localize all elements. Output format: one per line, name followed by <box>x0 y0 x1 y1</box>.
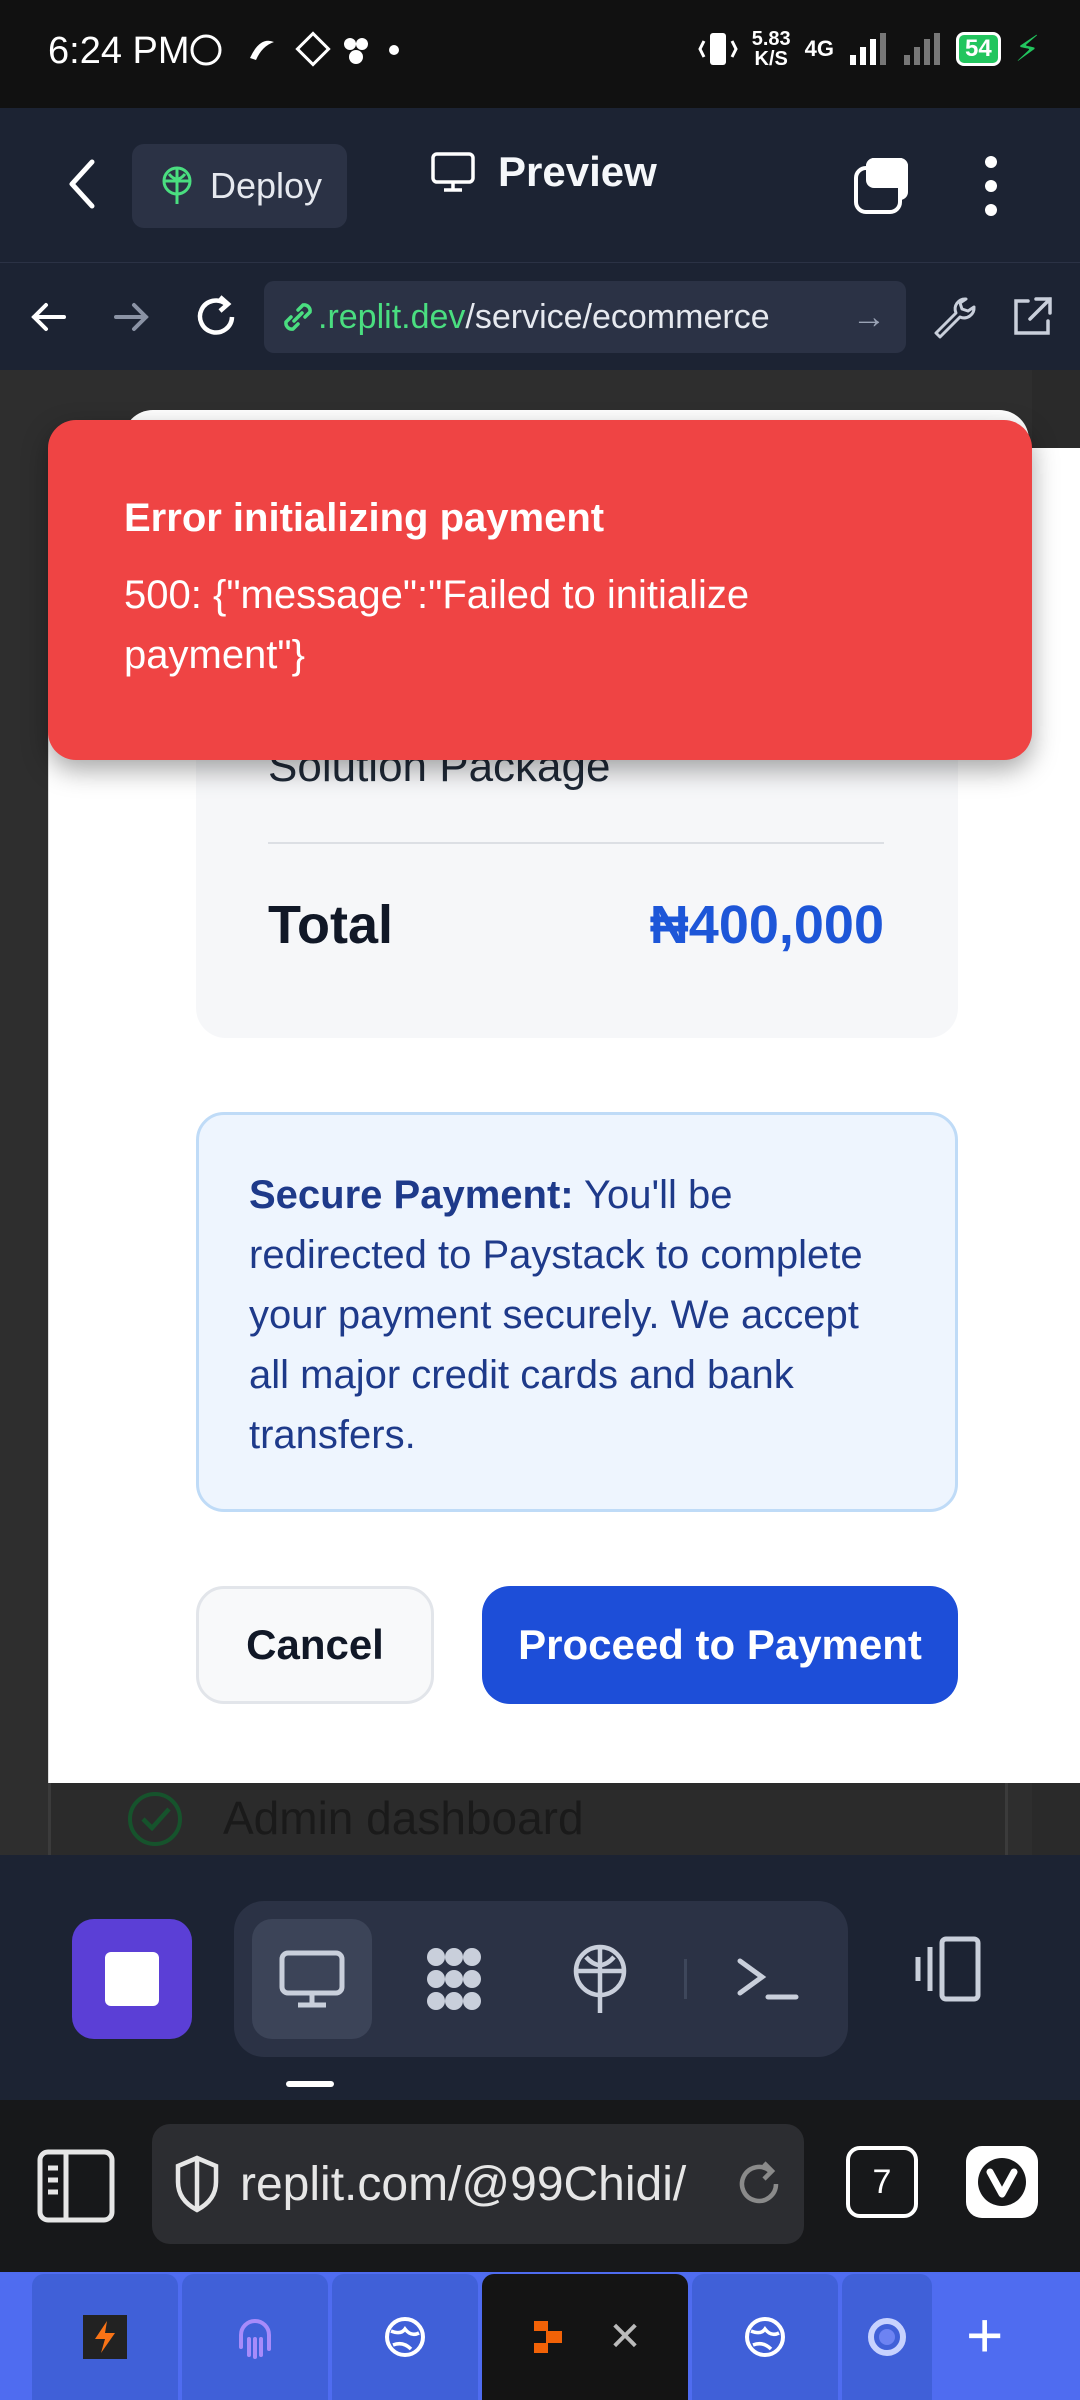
replit-logo-icon <box>534 2321 563 2353</box>
deploy-icon <box>162 166 192 204</box>
status-right: 5.83 K/S 4G 54 ⚡ <box>698 28 1040 70</box>
proceed-to-payment-button[interactable]: Proceed to Payment <box>482 1586 958 1704</box>
deploy-tool-icon[interactable] <box>560 1939 640 2019</box>
tool-separator <box>684 1959 687 1999</box>
vibrate-icon <box>698 33 738 65</box>
panel-icon[interactable] <box>36 2148 116 2224</box>
back-arrow-icon[interactable] <box>24 293 72 341</box>
deploy-label: Deploy <box>210 165 323 206</box>
notification-app-icons <box>190 31 399 67</box>
back-chevron-icon[interactable] <box>62 156 102 212</box>
url-field[interactable]: .replit.dev/service/ecommerce → <box>264 281 906 353</box>
browser-url-text: replit.com/@99Chidi/ <box>240 2157 687 2211</box>
summary-divider <box>268 842 884 844</box>
tab-count-button[interactable]: 7 <box>846 2146 918 2218</box>
octopus-icon <box>239 2319 271 2359</box>
notification-icons <box>190 30 400 79</box>
preview-label: Preview <box>498 148 657 195</box>
tab-3[interactable] <box>332 2274 478 2400</box>
admin-dashboard-label: Admin dashboard <box>223 1792 584 1844</box>
monitor-icon <box>431 152 475 192</box>
replit-top-bar: Deploy Preview <box>0 108 1080 262</box>
total-label: Total <box>268 895 393 955</box>
vivaldi-logo-icon <box>978 2158 1026 2206</box>
status-time: 6:24 PM <box>48 30 190 72</box>
signal-icon <box>850 33 887 65</box>
net-speed-value: 5.83 <box>751 28 791 50</box>
shield-icon <box>175 2155 219 2213</box>
tab-5[interactable] <box>692 2274 838 2400</box>
globe-icon-2 <box>745 2317 785 2357</box>
stop-icon <box>105 1952 159 2006</box>
tab-1[interactable] <box>32 2274 178 2400</box>
split-view-icon[interactable] <box>908 1929 988 2009</box>
active-indicator <box>286 2081 334 2087</box>
reload-icon[interactable] <box>192 293 240 341</box>
toast-message: 500: {"message":"Failed to initialize pa… <box>124 573 750 677</box>
network-type: 4G <box>804 36 835 61</box>
external-link-icon[interactable] <box>1008 293 1056 341</box>
agent-tool-icon[interactable] <box>414 1939 494 2019</box>
wrench-icon[interactable] <box>930 293 978 341</box>
webview-url-bar: .replit.dev/service/ecommerce → <box>0 262 1080 370</box>
stop-button[interactable] <box>72 1919 192 2039</box>
new-tab-button[interactable]: + <box>966 2290 1003 2380</box>
tab-2[interactable] <box>182 2274 328 2400</box>
more-options-icon[interactable] <box>976 154 1006 218</box>
toast-title: Error initializing payment <box>124 496 605 540</box>
admin-dashboard-item: Admin dashboard <box>48 1783 1008 1855</box>
tab-6[interactable] <box>842 2274 932 2400</box>
replit-bottom-toolbar <box>0 1855 1080 2100</box>
monitor-tool-icon[interactable] <box>272 1939 352 2019</box>
net-speed: 5.83 K/S <box>752 29 791 69</box>
deploy-button[interactable]: Deploy <box>132 144 347 228</box>
net-speed-unit: K/S <box>754 48 788 70</box>
link-icon <box>284 303 312 331</box>
battery-level: 54 <box>956 32 1001 66</box>
tab-close-icon[interactable]: ✕ <box>608 2314 642 2360</box>
browser-tab-strip: ✕ + <box>0 2272 1080 2400</box>
vivaldi-menu-button[interactable] <box>966 2146 1038 2218</box>
bolt-app-icon <box>83 2315 127 2359</box>
secure-payment-notice: Secure Payment: You'll be redirected to … <box>196 1112 958 1512</box>
globe-icon <box>385 2317 425 2357</box>
total-value: ₦400,000 <box>649 895 884 955</box>
terminal-icon[interactable] <box>728 1939 808 2019</box>
browser-reload-icon[interactable] <box>734 2159 784 2209</box>
status-bar: 6:24 PM 5.83 K/S 4G 54 ⚡ <box>0 0 1080 108</box>
gradient-circle-icon <box>868 2318 906 2356</box>
cancel-button[interactable]: Cancel <box>196 1586 434 1704</box>
preview-tab[interactable]: Preview <box>430 148 657 196</box>
tabs-icon[interactable] <box>852 156 912 216</box>
error-toast[interactable]: Error initializing payment 500: {"messag… <box>48 420 1032 760</box>
browser-bottom-bar: replit.com/@99Chidi/ 7 <box>0 2100 1080 2272</box>
url-domain: .replit.dev <box>318 297 466 336</box>
secure-payment-title: Secure Payment: <box>249 1173 574 1217</box>
check-circle-icon <box>128 1792 182 1846</box>
signal-icon-2 <box>904 33 941 65</box>
tool-switcher <box>234 1901 848 2057</box>
forward-arrow-icon[interactable] <box>108 293 156 341</box>
charging-icon: ⚡ <box>1014 28 1040 69</box>
url-path: /service/ecommerce <box>465 297 770 336</box>
url-go-arrow-icon[interactable]: → <box>852 298 886 337</box>
tab-active-replit[interactable]: ✕ <box>482 2274 688 2400</box>
browser-url-field[interactable]: replit.com/@99Chidi/ <box>152 2124 804 2244</box>
